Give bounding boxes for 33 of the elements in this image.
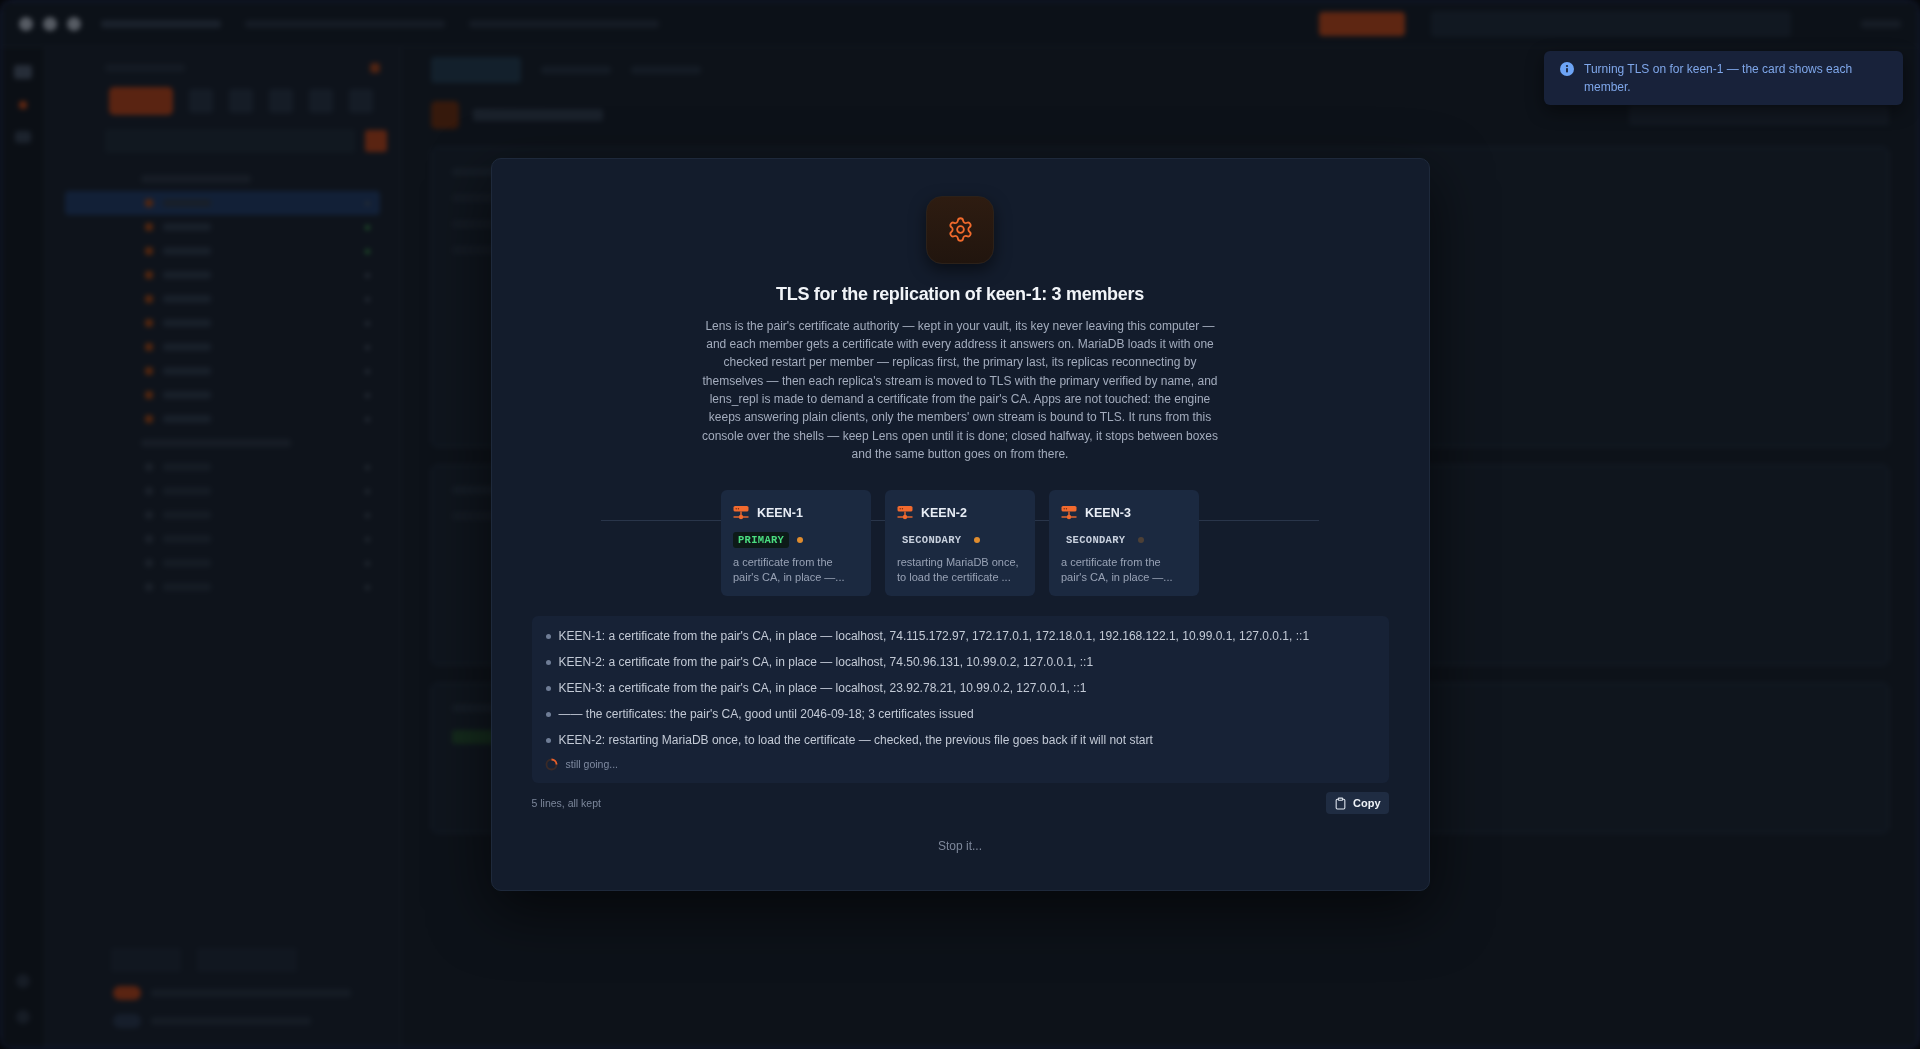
- member-name: KEEN-3: [1085, 506, 1131, 521]
- role-label: SECONDARY: [901, 533, 963, 549]
- copy-button[interactable]: Copy: [1326, 792, 1389, 815]
- member-name: KEEN-2: [921, 506, 967, 521]
- log-line: KEEN-2: a certificate from the pair's CA, in place — localhost, 74.50.96.131, 10.99.0.2, 127.0.0.1, ::1: [558, 655, 1094, 670]
- log-line: KEEN-3: a certificate from the pair's CA, in place — localhost, 23.92.78.21, 10.99.0.2, 127.0.0.1, ::1: [558, 681, 1087, 696]
- log-summary: 5 lines, all kept: [531, 797, 601, 810]
- member-name: KEEN-1: [757, 506, 803, 521]
- bullet-icon: [545, 685, 551, 691]
- gear-icon: [926, 195, 994, 264]
- clipboard-icon: [1334, 796, 1347, 810]
- toast-message: Turning TLS on for keen-1 — the card shows each member.: [1584, 61, 1854, 96]
- bullet-icon: [545, 633, 551, 639]
- progress-text: still going...: [565, 758, 619, 771]
- server-icon: [733, 506, 749, 521]
- log-line: KEEN-1: a certificate from the pair's CA, in place — localhost, 74.115.172.97, 172.17.0.1, 172.18.0.1, 192.168.122.1, 10.99.0.1, 127.0.0.1, ::1: [558, 629, 1310, 644]
- role-badge: PRIMARY: [733, 532, 790, 549]
- stop-button[interactable]: Stop it...: [930, 836, 990, 857]
- server-icon: [1061, 506, 1077, 521]
- role-label: SECONDARY: [1065, 533, 1127, 549]
- bullet-icon: [545, 737, 551, 743]
- info-icon: [1560, 62, 1574, 76]
- dialog-title: TLS for the replication of keen-1: 3 members: [776, 283, 1144, 305]
- bullet-icon: [545, 711, 551, 717]
- bullet-icon: [545, 659, 551, 665]
- log-line: —— the certificates: the pair's CA, good until 2046-09-18; 3 certificates issued: [558, 707, 974, 722]
- member-status: restarting MariaDB once, to load the certificate ...: [897, 555, 1020, 586]
- member-status: a certificate from the pair's CA, in place —...: [1061, 555, 1174, 586]
- spinner-icon: [544, 757, 558, 771]
- member-status: a certificate from the pair's CA, in place —...: [733, 555, 846, 586]
- server-icon: [897, 506, 913, 521]
- log-line: KEEN-2: restarting MariaDB once, to load the certificate — checked, the previous file goes back if it will not start: [558, 733, 1153, 748]
- dialog-description: Lens is the pair's certificate authority — kept in your vault, its key never leaving this computer — and each member gets a certificate with every address it answers on. MariaDB loads it with one checked restart per member — replicas first, the primary last, its replicas reconnecting by themselves — then each replica's stream is moved to TLS with the primary verified by name, and lens_repl is made to demand a certificate from the pair's CA. Apps are not touched: the engine keeps answering plain clients, only the members' own stream is bound to TLS. It runs from this console over the shells — keep Lens open until it is done; closed halfway, it stops between boxes and the same button goes on from there.: [700, 317, 1220, 463]
